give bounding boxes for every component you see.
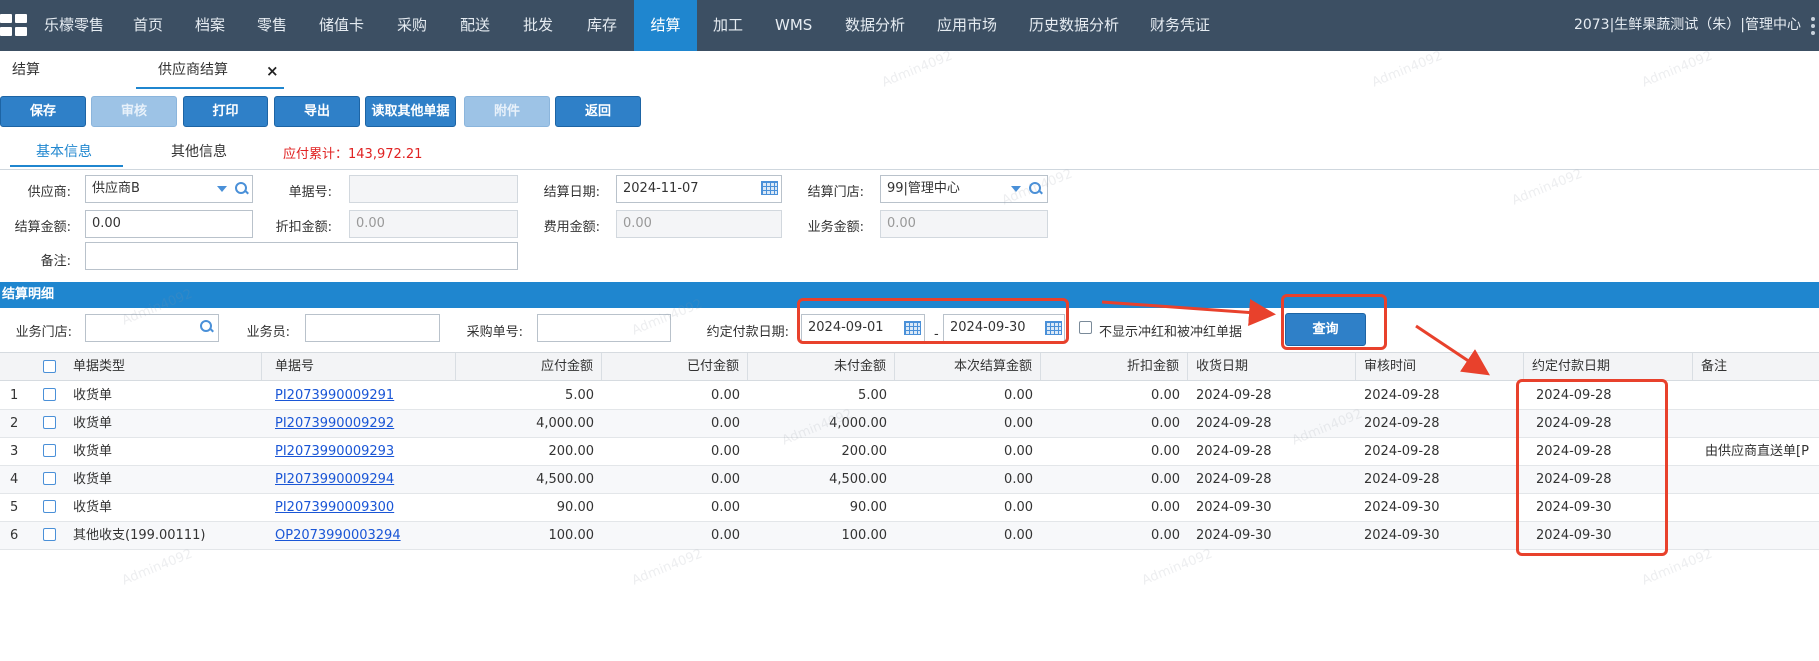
- annotation-arrow-to-query: [1101, 299, 1276, 326]
- annotation-arrow-to-pay-date: [1415, 324, 1490, 376]
- annotation-arrows: [1101, 299, 1490, 376]
